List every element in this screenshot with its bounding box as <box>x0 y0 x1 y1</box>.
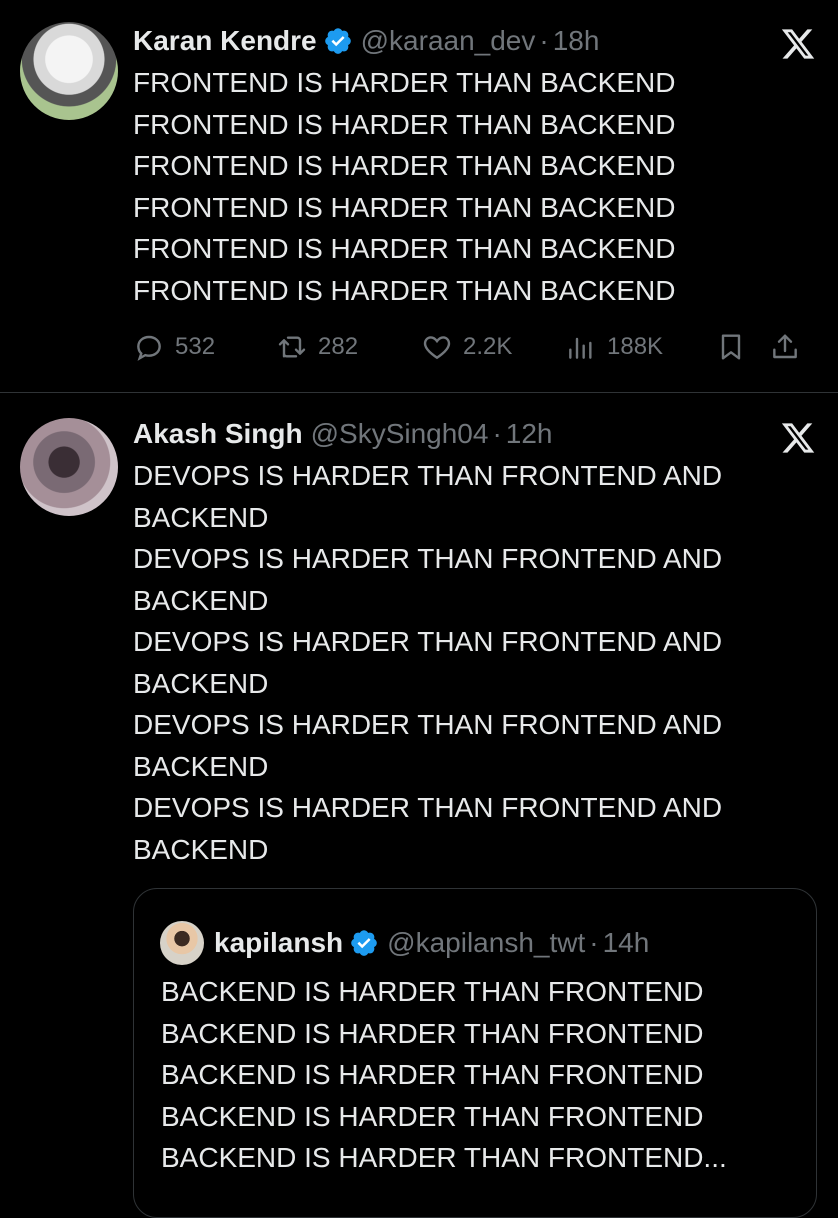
quoted-tweet[interactable]: kapilansh @kapilansh_twt · 14h BACKEND I… <box>133 888 817 1218</box>
tweet-line: BACKEND IS HARDER THAN FRONTEND <box>161 1017 704 1049</box>
separator-dot: · <box>492 418 502 449</box>
tweet-akash-singh[interactable]: Akash Singh @SkySingh04 · 12h DEVOPS IS … <box>0 0 838 1218</box>
author-handle[interactable]: @SkySingh04 <box>311 418 489 450</box>
timestamp[interactable]: 12h <box>506 418 553 450</box>
verified-badge-icon <box>351 930 377 956</box>
tweet-text: DEVOPS IS HARDER THAN FRONTEND AND BACKE… <box>133 455 823 870</box>
separator-dot: · <box>589 927 599 958</box>
author-name[interactable]: Akash Singh <box>133 418 303 450</box>
quoted-tweet-text: BACKEND IS HARDER THAN FRONTEND BACKEND … <box>161 971 801 1179</box>
tweet-line: DEVOPS IS HARDER THAN FRONTEND AND BACKE… <box>133 792 723 865</box>
tweet-line: BACKEND IS HARDER THAN FRONTEND <box>161 976 704 1007</box>
quoted-tweet-header: kapilansh @kapilansh_twt · 14h <box>214 921 649 965</box>
tweet-line: BACKEND IS HARDER THAN FRONTEND... <box>161 1142 727 1173</box>
avatar[interactable] <box>160 921 204 965</box>
tweet-line: DEVOPS IS HARDER THAN FRONTEND AND BACKE… <box>133 626 723 699</box>
author-handle[interactable]: @kapilansh_twt <box>387 927 585 959</box>
tweet-line: DEVOPS IS HARDER THAN FRONTEND AND BACKE… <box>133 460 723 533</box>
x-logo-icon <box>781 423 815 453</box>
tweet-header: Akash Singh @SkySingh04 · 12h <box>133 415 553 453</box>
author-name[interactable]: kapilansh <box>214 927 343 959</box>
tweet-line: BACKEND IS HARDER THAN FRONTEND <box>161 1059 704 1090</box>
tweet-line: DEVOPS IS HARDER THAN FRONTEND AND BACKE… <box>133 709 723 782</box>
tweet-line: DEVOPS IS HARDER THAN FRONTEND AND BACKE… <box>133 543 723 616</box>
avatar[interactable] <box>20 418 118 516</box>
timestamp[interactable]: 14h <box>603 927 650 959</box>
tweet-line: BACKEND IS HARDER THAN FRONTEND <box>161 1100 704 1132</box>
